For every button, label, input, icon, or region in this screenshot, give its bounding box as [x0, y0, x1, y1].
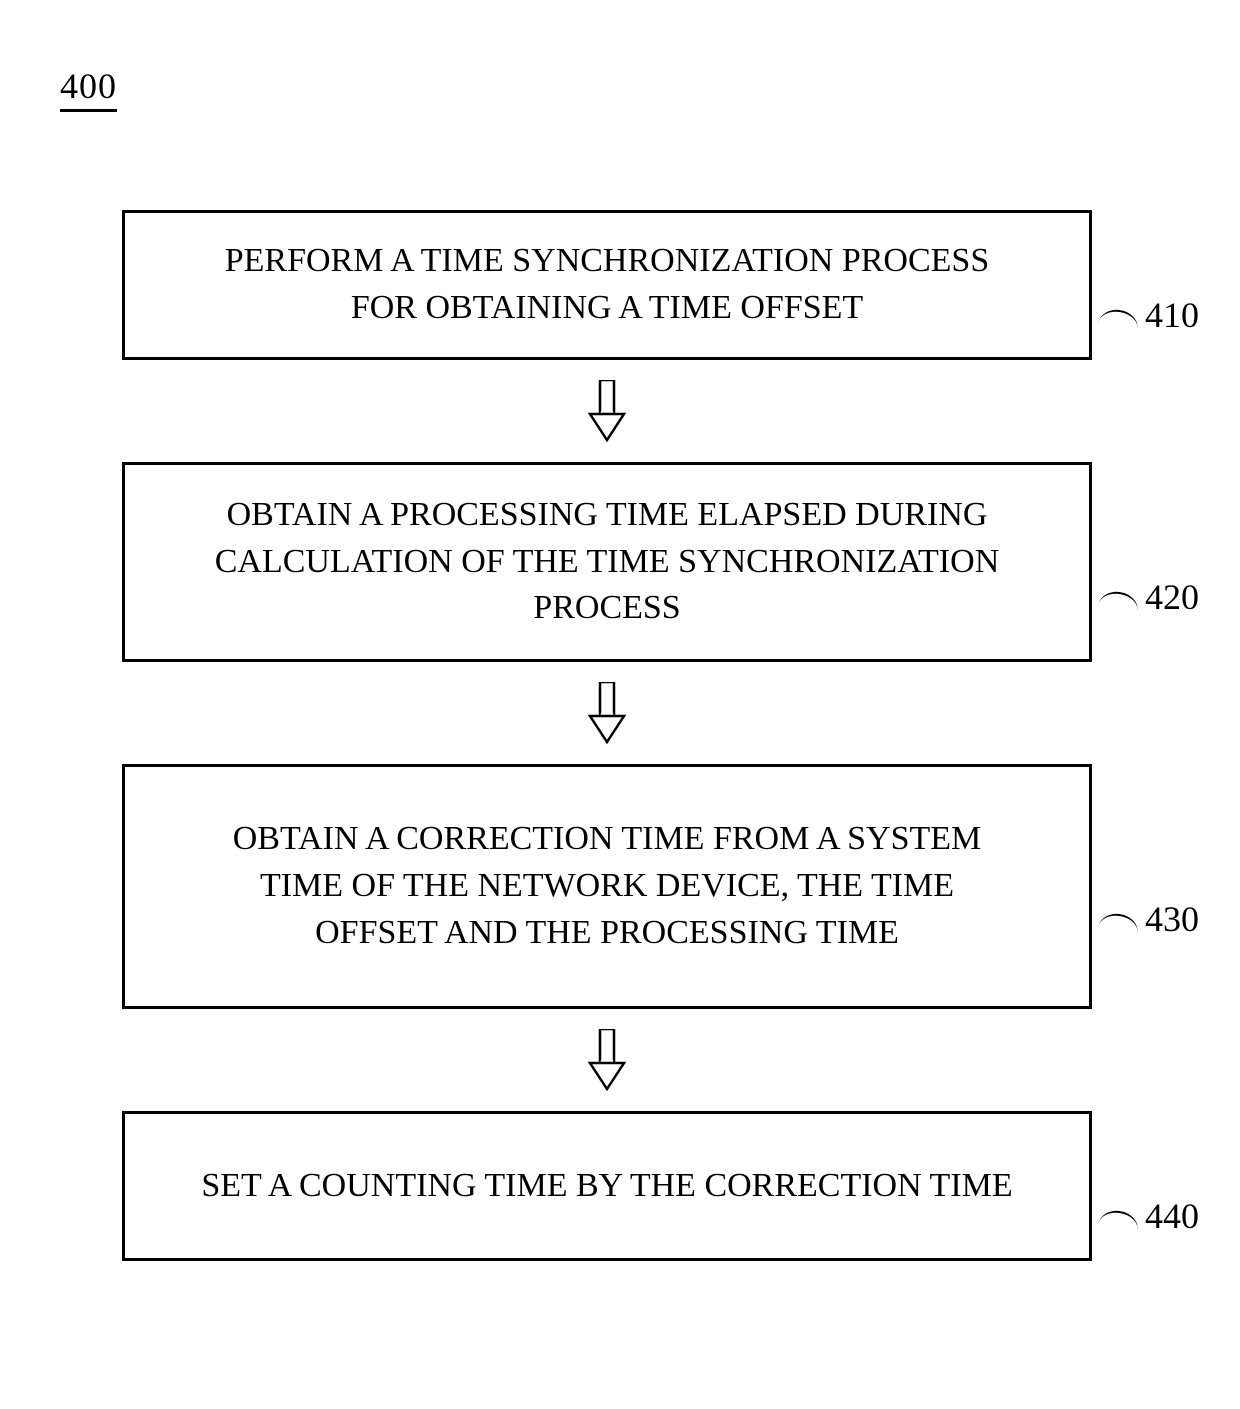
flow-step-text: OBTAIN A CORRECTION TIME FROM A SYSTEM T… [197, 816, 1017, 957]
flow-step-text: PERFORM A TIME SYNCHRONIZATION PROCESS F… [197, 238, 1017, 332]
flow-step-text: OBTAIN A PROCESSING TIME ELAPSED DURING … [197, 492, 1017, 633]
flow-step-430: OBTAIN A CORRECTION TIME FROM A SYSTEM T… [122, 764, 1092, 1009]
flow-arrow-icon [587, 1029, 627, 1091]
flow-step-label: 440 [1145, 1192, 1199, 1242]
flow-arrow-icon [587, 682, 627, 744]
flow-step-420: OBTAIN A PROCESSING TIME ELAPSED DURING … [122, 462, 1092, 662]
flowchart: PERFORM A TIME SYNCHRONIZATION PROCESS F… [122, 210, 1092, 1261]
flow-step-text: SET A COUNTING TIME BY THE CORRECTION TI… [201, 1163, 1012, 1210]
flow-arrow-icon [587, 380, 627, 442]
diagram-page: 400 PERFORM A TIME SYNCHRONIZATION PROCE… [0, 0, 1240, 1409]
flow-step-410: PERFORM A TIME SYNCHRONIZATION PROCESS F… [122, 210, 1092, 360]
flow-step-label: 420 [1145, 573, 1199, 623]
figure-number: 400 [60, 65, 117, 112]
flow-step-label: 410 [1145, 291, 1199, 341]
flow-step-label: 430 [1145, 895, 1199, 945]
flow-step-440: SET A COUNTING TIME BY THE CORRECTION TI… [122, 1111, 1092, 1261]
